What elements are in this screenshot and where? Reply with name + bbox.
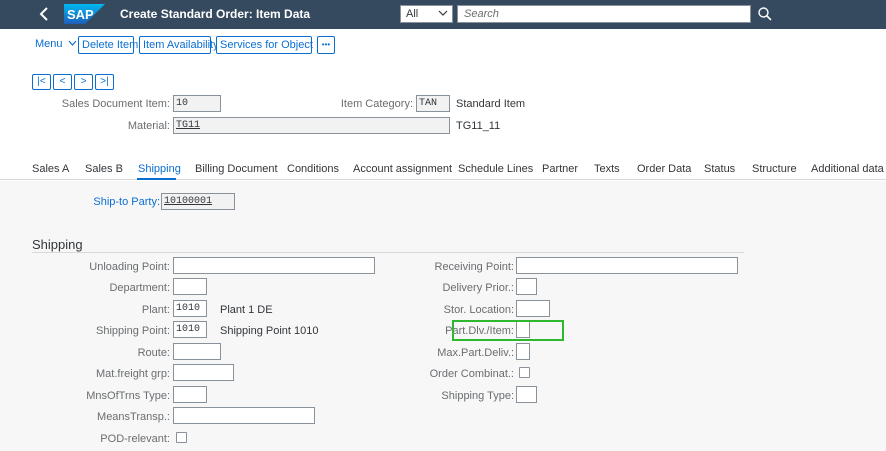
- department-label: Department:: [109, 282, 170, 294]
- unloading-point-label: Unloading Point:: [89, 261, 170, 273]
- delivery-prior-field[interactable]: [516, 278, 537, 295]
- max-part-deliv-label: Max.Part.Deliv.:: [437, 347, 514, 359]
- more-button[interactable]: •••: [317, 36, 335, 54]
- ship-to-party-label[interactable]: Ship-to Party:: [80, 196, 160, 208]
- item-category-label: Item Category:: [340, 98, 413, 110]
- search-scope-value: All: [406, 8, 419, 20]
- pod-relevant-label: POD-relevant:: [100, 433, 170, 445]
- shipping-point-label: Shipping Point:: [96, 325, 170, 337]
- services-for-object-button[interactable]: Services for Object: [216, 36, 325, 54]
- receiving-point-label: Receiving Point:: [434, 261, 515, 273]
- sales-document-item-label: Sales Document Item:: [61, 98, 170, 110]
- stor-location-label: Stor. Location:: [443, 304, 514, 316]
- shell-bar: SAP Create Standard Order: Item Data All…: [0, 0, 886, 29]
- search-scope-select[interactable]: All: [400, 5, 453, 23]
- tab-partner[interactable]: Partner: [542, 163, 578, 175]
- mat-freight-grp-field[interactable]: [173, 364, 234, 381]
- means-transp-label: MeansTransp.:: [97, 411, 170, 423]
- delivery-prior-label: Delivery Prior.:: [442, 282, 514, 294]
- order-combinat-label: Order Combinat.:: [429, 368, 514, 380]
- active-tab-indicator: [137, 178, 176, 180]
- plant-text: Plant 1 DE: [220, 304, 273, 316]
- ship-to-party-field[interactable]: 10100001: [161, 193, 235, 210]
- stor-location-field[interactable]: [516, 300, 550, 317]
- route-label: Route:: [137, 347, 170, 359]
- chevron-down-icon: [68, 40, 77, 46]
- plant-field[interactable]: 1010: [173, 300, 207, 317]
- tab-billing-document[interactable]: Billing Document: [195, 163, 278, 175]
- mns-of-trns-type-label: MnsOfTrns Type:: [86, 390, 170, 402]
- last-item-button[interactable]: >|: [95, 74, 114, 90]
- material-field[interactable]: TG11: [173, 117, 450, 134]
- item-category-text: Standard Item: [456, 98, 526, 110]
- tab-conditions[interactable]: Conditions: [287, 163, 339, 175]
- sap-logo[interactable]: SAP: [64, 4, 105, 24]
- pod-relevant-checkbox[interactable]: [176, 432, 187, 443]
- mns-of-trns-type-field[interactable]: [173, 386, 207, 403]
- logo-text: SAP: [67, 7, 94, 22]
- means-transp-field[interactable]: [173, 407, 315, 424]
- delete-item-button[interactable]: Delete Item: [78, 36, 138, 54]
- tab-account-assignment[interactable]: Account assignment: [353, 163, 452, 175]
- route-field[interactable]: [173, 343, 221, 360]
- shipping-section-title: Shipping: [32, 237, 83, 252]
- menu-label: Menu: [35, 38, 63, 50]
- menu-button[interactable]: Menu: [35, 38, 77, 50]
- tab-schedule-lines[interactable]: Schedule Lines: [458, 163, 533, 175]
- search-input[interactable]: Search: [457, 5, 751, 23]
- receiving-point-field[interactable]: [516, 257, 738, 274]
- tab-additional-data-a[interactable]: Additional data A: [811, 163, 886, 175]
- chevron-down-icon: [438, 10, 448, 16]
- previous-item-button[interactable]: <: [53, 74, 72, 90]
- tab-status[interactable]: Status: [704, 163, 735, 175]
- max-part-deliv-field[interactable]: [516, 343, 530, 360]
- section-divider: [32, 252, 744, 253]
- tab-shipping[interactable]: Shipping: [138, 163, 181, 175]
- material-label: Material:: [127, 120, 170, 132]
- tab-structure[interactable]: Structure: [752, 163, 797, 175]
- first-item-button[interactable]: |<: [32, 74, 51, 90]
- order-combinat-checkbox[interactable]: [519, 367, 530, 378]
- tab-sales-b[interactable]: Sales B: [85, 163, 123, 175]
- shipping-type-field[interactable]: [516, 386, 537, 403]
- unloading-point-field[interactable]: [173, 257, 375, 274]
- tab-strip: Sales A Sales B Shipping Billing Documen…: [0, 155, 886, 180]
- focus-highlight: [452, 320, 564, 341]
- item-availability-button[interactable]: Item Availability: [139, 36, 219, 54]
- item-category-field[interactable]: TAN: [416, 95, 450, 112]
- sales-document-item-field[interactable]: 10: [173, 95, 221, 112]
- department-field[interactable]: [173, 278, 207, 295]
- mat-freight-grp-label: Mat.freight grp:: [96, 368, 170, 380]
- tab-texts[interactable]: Texts: [594, 163, 620, 175]
- tab-order-data[interactable]: Order Data: [637, 163, 691, 175]
- shipping-point-field[interactable]: 1010: [173, 321, 207, 338]
- search-icon[interactable]: [756, 5, 774, 23]
- next-item-button[interactable]: >: [74, 74, 93, 90]
- services-for-object-label: Services for Object: [220, 39, 313, 51]
- shipping-point-text: Shipping Point 1010: [220, 325, 319, 337]
- material-text: TG11_11: [456, 120, 501, 132]
- shipping-type-label: Shipping Type:: [441, 390, 514, 402]
- tab-sales-a[interactable]: Sales A: [32, 163, 69, 175]
- page-title: Create Standard Order: Item Data: [120, 7, 311, 21]
- back-icon[interactable]: [36, 5, 54, 23]
- plant-label: Plant:: [141, 304, 170, 316]
